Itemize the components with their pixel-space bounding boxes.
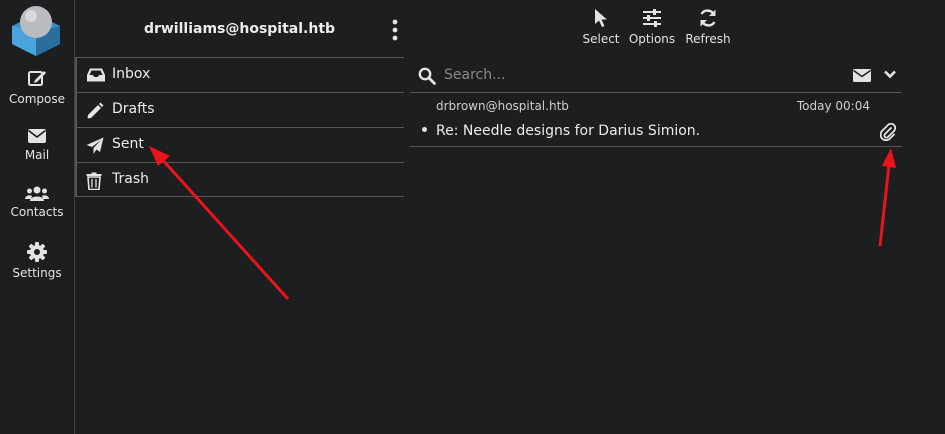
search-bar xyxy=(410,58,902,93)
message-sender: drbrown@hospital.htb xyxy=(436,99,569,113)
nav-mail[interactable]: Mail xyxy=(0,128,74,162)
account-email: drwilliams@hospital.htb xyxy=(143,21,336,37)
message-row[interactable]: drbrown@hospital.htb Today 00:04 Re: Nee… xyxy=(410,93,902,147)
options-label: Options xyxy=(628,32,676,46)
envelope-icon[interactable] xyxy=(853,69,871,82)
folder-inbox-label: Inbox xyxy=(112,66,151,82)
users-icon xyxy=(25,186,49,201)
message-list: drbrown@hospital.htb Today 00:04 Re: Nee… xyxy=(410,58,902,147)
folder-sent[interactable]: Sent xyxy=(75,127,404,162)
options-button[interactable]: Options xyxy=(628,8,676,46)
app-navigation: Compose Mail Contacts Settings xyxy=(0,0,75,434)
select-button[interactable]: Select xyxy=(581,8,621,46)
folder-list: Inbox Drafts Sent Trash xyxy=(75,57,404,197)
nav-settings-label: Settings xyxy=(12,266,62,280)
paper-plane-icon xyxy=(86,137,104,154)
account-menu-icon[interactable] xyxy=(390,19,400,41)
search-input[interactable] xyxy=(444,64,824,86)
search-icon[interactable] xyxy=(418,67,436,85)
refresh-icon xyxy=(700,9,716,27)
nav-mail-label: Mail xyxy=(24,148,50,162)
refresh-button[interactable]: Refresh xyxy=(684,8,732,46)
pencil-icon xyxy=(87,102,104,119)
refresh-label: Refresh xyxy=(685,32,731,46)
message-subject: Re: Needle designs for Darius Simion. xyxy=(436,123,701,139)
trash-icon xyxy=(86,172,102,190)
folder-trash-label: Trash xyxy=(112,171,149,187)
nav-compose[interactable]: Compose xyxy=(0,68,74,106)
paperclip-icon xyxy=(880,123,896,141)
gear-icon xyxy=(27,242,47,262)
envelope-icon xyxy=(28,129,46,143)
nav-compose-label: Compose xyxy=(8,92,65,106)
folder-drafts[interactable]: Drafts xyxy=(75,92,404,127)
folder-drafts-label: Drafts xyxy=(112,101,155,117)
nav-settings[interactable]: Settings xyxy=(0,242,74,280)
select-label: Select xyxy=(582,32,620,46)
message-status-dot xyxy=(422,127,427,132)
message-date: Today 00:04 xyxy=(796,99,870,113)
annotation-arrow-attachment xyxy=(878,148,896,247)
folder-trash[interactable]: Trash xyxy=(75,162,404,197)
message-toolbar: Select Options Refresh xyxy=(410,0,902,58)
sliders-icon xyxy=(643,9,661,27)
nav-contacts-label: Contacts xyxy=(10,205,64,219)
folder-inbox[interactable]: Inbox xyxy=(75,57,404,92)
folder-pane: drwilliams@hospital.htb Inbox Drafts Sen… xyxy=(75,0,404,434)
roundcube-logo[interactable] xyxy=(10,4,62,56)
folder-sent-label: Sent xyxy=(112,136,144,152)
nav-contacts[interactable]: Contacts xyxy=(0,185,74,219)
cursor-icon xyxy=(595,9,607,27)
inbox-icon xyxy=(87,68,105,82)
chevron-down-icon[interactable] xyxy=(884,70,896,79)
compose-icon xyxy=(28,71,46,86)
